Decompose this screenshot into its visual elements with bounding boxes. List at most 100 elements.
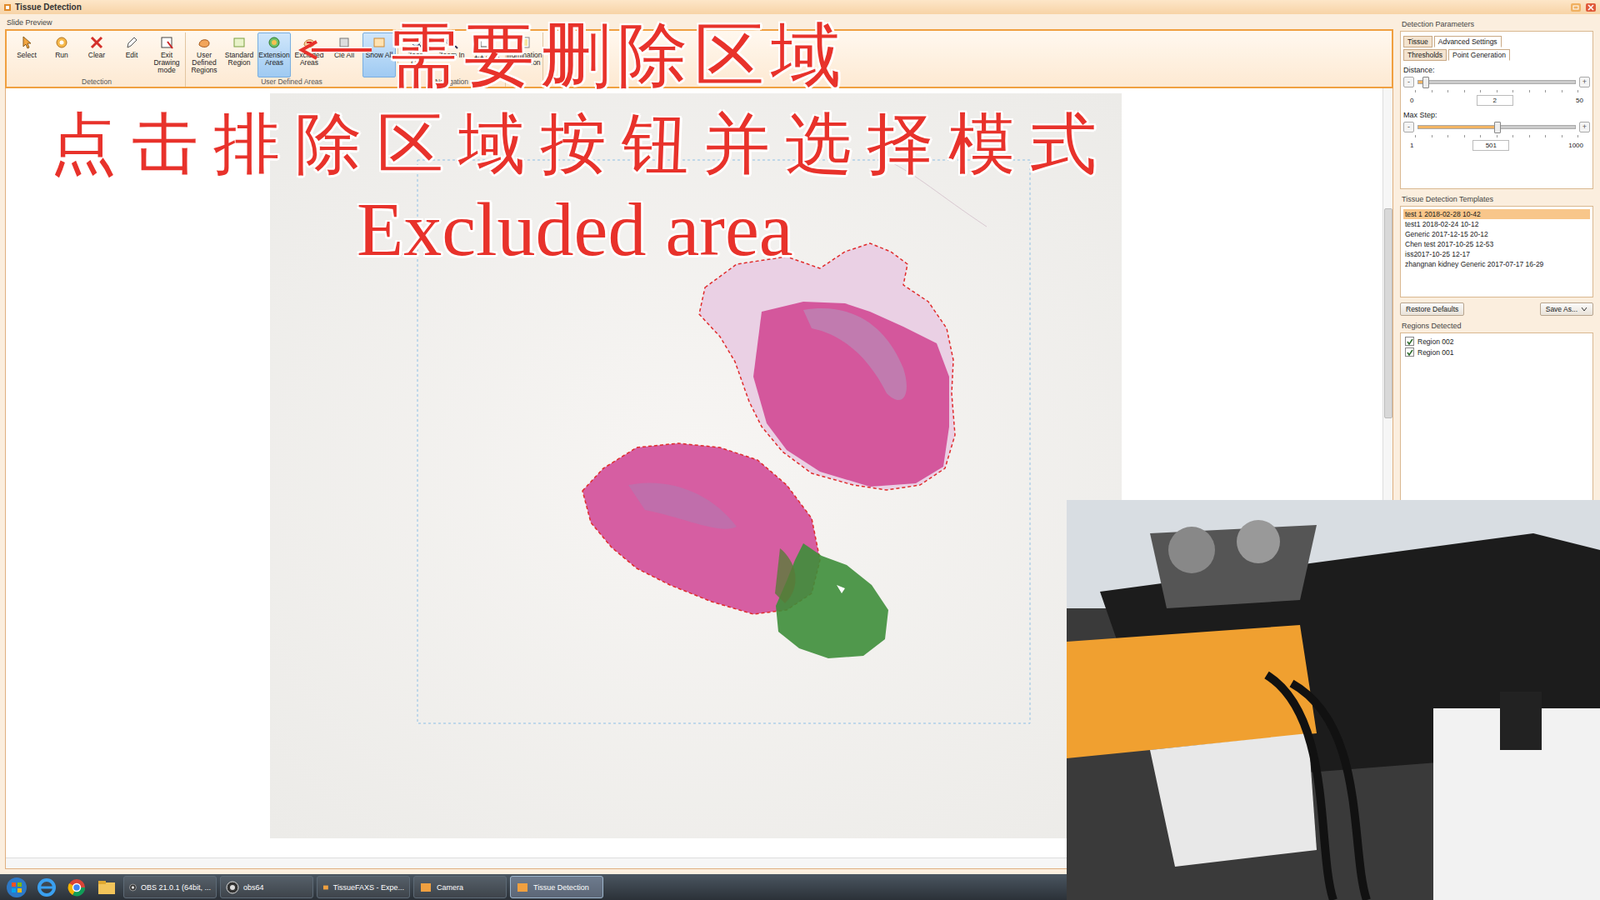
value-field[interactable]: 2 (1476, 95, 1514, 106)
tool-icon (266, 35, 282, 50)
check-icon (1406, 349, 1414, 356)
decrement-button[interactable]: - (1403, 121, 1415, 133)
slider-track[interactable] (1417, 80, 1576, 85)
tab[interactable]: Point Generation (1448, 49, 1510, 61)
checkbox[interactable] (1405, 347, 1415, 357)
group-label: Detection Parameters (1400, 19, 1594, 31)
camera-frame (1066, 500, 1600, 900)
tool-icon (89, 35, 105, 50)
button-label: User Defined Regions (189, 51, 220, 75)
taskbar-pin[interactable] (33, 875, 60, 900)
group-label: Tissue Detection Templates (1400, 194, 1594, 206)
template-item[interactable]: Chen test 2017-10-25 12-53 (1403, 239, 1590, 250)
taskbar-button[interactable]: TissueFAXS - Expe... (316, 875, 410, 899)
ribbon-button[interactable]: Run (45, 32, 79, 78)
taskbar-pin[interactable] (63, 875, 90, 900)
tick (1415, 90, 1416, 93)
ribbon-button[interactable]: Exit Drawing mode (150, 32, 184, 78)
slider-thumb[interactable] (1422, 76, 1430, 89)
close-icon[interactable] (1585, 2, 1597, 13)
region-item[interactable]: Region 001 (1403, 346, 1590, 358)
decrement-button[interactable]: - (1403, 76, 1415, 88)
template-item[interactable]: Generic 2017-12-15 20-12 (1403, 229, 1590, 240)
taskbar-button[interactable]: Camera (413, 875, 507, 899)
taskbar-label: OBS 21.0.1 (64bit, ... (140, 883, 211, 892)
obs-icon (129, 880, 137, 895)
tab-bar: TissueAdvanced Settings (1403, 35, 1590, 48)
tool-icon (159, 35, 175, 50)
button-label: Standard Region (224, 51, 255, 67)
ribbon-button[interactable]: User Defined Regions (187, 32, 221, 78)
template-item[interactable]: iss2017-10-25 12-17 (1403, 249, 1590, 260)
slider-label: Max Step: (1403, 110, 1590, 120)
taskbar-label: TissueFAXS - Expe... (333, 883, 405, 892)
button-label: Select (16, 51, 37, 60)
taskbar-pin[interactable] (93, 875, 120, 900)
title-bar: Tissue Detection (0, 0, 1600, 15)
dropdown-icon (1580, 306, 1588, 312)
template-item[interactable]: test 1 2018-02-28 10-42 (1403, 209, 1590, 220)
tool-icon (371, 35, 387, 50)
tick (1545, 90, 1546, 93)
tick (1561, 90, 1563, 93)
min-label: 1 (1410, 141, 1414, 150)
slider-track[interactable] (1417, 125, 1576, 130)
ribbon-group: User Defined RegionsStandard RegionExten… (185, 32, 399, 87)
tick (1529, 90, 1530, 93)
tick (1529, 135, 1530, 138)
taskbar-label: Tissue Detection (533, 883, 590, 892)
taskbar-button[interactable]: OBS 21.0.1 (64bit, ... (123, 875, 217, 899)
restore-icon[interactable] (1570, 2, 1582, 13)
group-label: Regions Detected (1400, 320, 1594, 333)
tick (1480, 135, 1481, 138)
tick (1431, 135, 1433, 138)
ribbon-button[interactable]: Select (10, 32, 44, 78)
tool-icon (231, 35, 247, 50)
template-item[interactable]: test1 2018-02-24 10-12 (1403, 219, 1590, 230)
window-title: Tissue Detection (15, 2, 82, 12)
restore-defaults-button[interactable]: Restore Defaults (1400, 302, 1465, 316)
button-label: Run (55, 51, 69, 60)
taskbar-label: Camera (436, 883, 464, 892)
tick (1496, 135, 1498, 138)
tick (1464, 135, 1465, 138)
tick (1496, 90, 1498, 93)
taskbar-button[interactable]: Tissue Detection (510, 875, 604, 899)
tab[interactable]: Advanced Settings (1434, 35, 1502, 48)
button-label: Restore Defaults (1405, 305, 1459, 314)
start-button[interactable] (3, 875, 30, 900)
increment-button[interactable]: + (1579, 121, 1590, 133)
slider-thumb[interactable] (1494, 121, 1501, 134)
tab[interactable]: Thresholds (1403, 49, 1447, 61)
max-label: 50 (1575, 96, 1584, 105)
increment-button[interactable]: + (1579, 76, 1590, 88)
ribbon-button[interactable]: Cle All (327, 32, 361, 78)
ribbon-button[interactable]: Edit (115, 32, 149, 78)
ie-icon (36, 877, 57, 898)
group-label: Detection (10, 77, 184, 87)
button-label: Clear (88, 51, 105, 60)
taskbar-button[interactable]: obs64 (220, 875, 314, 899)
annotation-text: 点击排除区域按钮并选择模式 (50, 100, 1112, 190)
region-label: Region 002 (1417, 337, 1454, 346)
scroll-thumb[interactable] (1384, 208, 1393, 419)
folder-icon (96, 877, 117, 898)
tick (1561, 135, 1563, 138)
template-item[interactable]: zhangnan kidney Generic 2017-07-17 16-29 (1403, 259, 1590, 270)
value-field[interactable]: 501 (1472, 140, 1510, 151)
ribbon-button[interactable]: Clear (80, 32, 114, 78)
tab[interactable]: Tissue (1403, 35, 1433, 48)
region-label: Region 001 (1417, 348, 1454, 357)
tick (1545, 135, 1546, 138)
ribbon-button[interactable]: Standard Region (222, 32, 256, 78)
region-item[interactable]: Region 002 (1403, 335, 1590, 347)
min-label: 0 (1410, 96, 1414, 105)
tick (1447, 135, 1449, 138)
taskbar-label: obs64 (243, 883, 265, 892)
app-icon (322, 880, 330, 895)
save-as-button[interactable]: Save As... (1540, 302, 1594, 316)
tab-bar: ThresholdsPoint Generation (1403, 49, 1590, 61)
obs-icon (225, 880, 240, 895)
checkbox[interactable] (1405, 336, 1415, 346)
ribbon-button[interactable]: Extension Areas (257, 32, 291, 78)
